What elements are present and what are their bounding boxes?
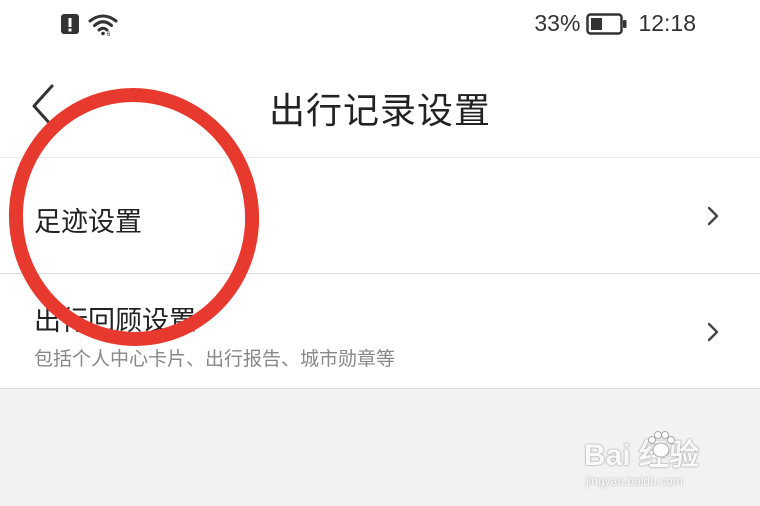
chevron-right-icon bbox=[707, 206, 719, 226]
screen: 6 33% 12:18 出行记录设置 足迹设置 出行回顾设置 包括个人中心卡片、… bbox=[0, 0, 760, 506]
settings-item-trip-review[interactable]: 出行回顾设置 包括个人中心卡片、出行报告、城市勋章等 bbox=[0, 274, 760, 389]
battery-icon bbox=[586, 12, 627, 35]
settings-item-title: 足迹设置 bbox=[34, 207, 142, 238]
svg-text:6: 6 bbox=[107, 32, 111, 36]
page-title: 出行记录设置 bbox=[268, 91, 491, 132]
battery-percentage: 33% bbox=[534, 10, 581, 36]
clock: 12:18 bbox=[638, 10, 696, 36]
status-bar: 6 33% 12:18 bbox=[0, 0, 760, 52]
chevron-right-icon bbox=[707, 322, 719, 342]
settings-item-title: 出行回顾设置 bbox=[34, 306, 196, 337]
empty-background-area bbox=[0, 389, 760, 506]
status-icons-right: 33% 12:18 bbox=[534, 10, 696, 37]
header: 出行记录设置 bbox=[0, 52, 760, 158]
status-icons-left: 6 bbox=[60, 12, 118, 36]
wifi-icon: 6 bbox=[88, 14, 118, 36]
alert-icon bbox=[61, 14, 79, 34]
settings-item-footprint[interactable]: 足迹设置 bbox=[0, 158, 760, 274]
settings-item-subtitle: 包括个人中心卡片、出行报告、城市勋章等 bbox=[34, 348, 396, 370]
